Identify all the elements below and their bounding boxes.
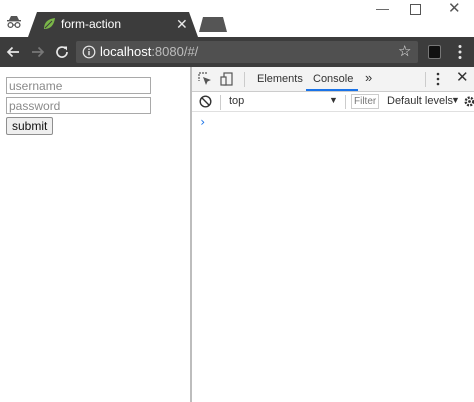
incognito-icon	[7, 16, 21, 29]
page-viewport: submit	[0, 67, 190, 402]
leaf-icon	[44, 18, 55, 29]
filter-input[interactable]: Filter	[351, 94, 379, 109]
active-tab-indicator	[306, 89, 358, 91]
tab-close-icon[interactable]: ✕	[176, 16, 188, 32]
more-tabs-button[interactable]: »	[365, 70, 372, 85]
context-selector[interactable]: top	[229, 95, 244, 107]
info-icon[interactable]	[82, 45, 96, 59]
minimize-icon[interactable]: —	[376, 2, 389, 16]
star-icon[interactable]: ☆	[398, 44, 411, 60]
browser-tab-active[interactable]: form-action ✕	[28, 12, 198, 37]
close-icon[interactable]: ✕	[456, 70, 469, 86]
toolbar-divider	[425, 72, 426, 87]
url-host: localhost	[100, 44, 152, 59]
toolbar-divider	[220, 95, 221, 110]
clear-console-icon[interactable]	[199, 95, 212, 108]
kebab-menu-icon[interactable]	[458, 44, 462, 60]
toolbar-divider	[345, 95, 346, 109]
gear-icon[interactable]	[463, 95, 474, 108]
devtools-panel: Elements Console » ✕ top ▼ Filter Defaul…	[192, 67, 474, 402]
device-toolbar-icon[interactable]	[220, 72, 234, 86]
password-input[interactable]	[6, 97, 151, 114]
reload-icon[interactable]	[53, 43, 71, 61]
console-prompt[interactable]: ›	[199, 115, 206, 129]
log-levels-dropdown[interactable]: Default levels	[387, 95, 453, 107]
tab-title: form-action	[61, 17, 122, 31]
inspect-element-icon[interactable]	[198, 72, 212, 86]
maximize-icon[interactable]	[410, 4, 421, 15]
submit-button[interactable]: submit	[6, 117, 54, 135]
url-text: localhost:8080/#/	[100, 45, 198, 59]
extension-icon[interactable]	[428, 45, 441, 59]
toolbar-divider	[244, 72, 245, 87]
tab-elements[interactable]: Elements	[257, 73, 303, 85]
username-input[interactable]	[6, 77, 151, 94]
chevron-down-icon[interactable]: ▼	[451, 95, 460, 105]
kebab-menu-icon[interactable]	[436, 72, 440, 86]
chevron-down-icon[interactable]: ▼	[329, 95, 338, 105]
url-path: :8080/#/	[151, 44, 199, 59]
arrow-left-icon[interactable]	[4, 43, 22, 61]
new-tab-button[interactable]	[199, 17, 227, 32]
browser-toolbar: localhost:8080/#/ ☆	[0, 37, 474, 67]
console-toolbar: top ▼ Filter Default levels ▼	[192, 92, 474, 112]
tab-console[interactable]: Console	[313, 73, 353, 85]
devtools-tab-bar: Elements Console » ✕	[192, 67, 474, 92]
window-title-bar: form-action ✕ — ✕	[0, 0, 474, 37]
arrow-right-icon[interactable]	[29, 43, 47, 61]
window-close-icon[interactable]: ✕	[448, 1, 461, 16]
address-bar[interactable]: localhost:8080/#/ ☆	[76, 41, 418, 63]
